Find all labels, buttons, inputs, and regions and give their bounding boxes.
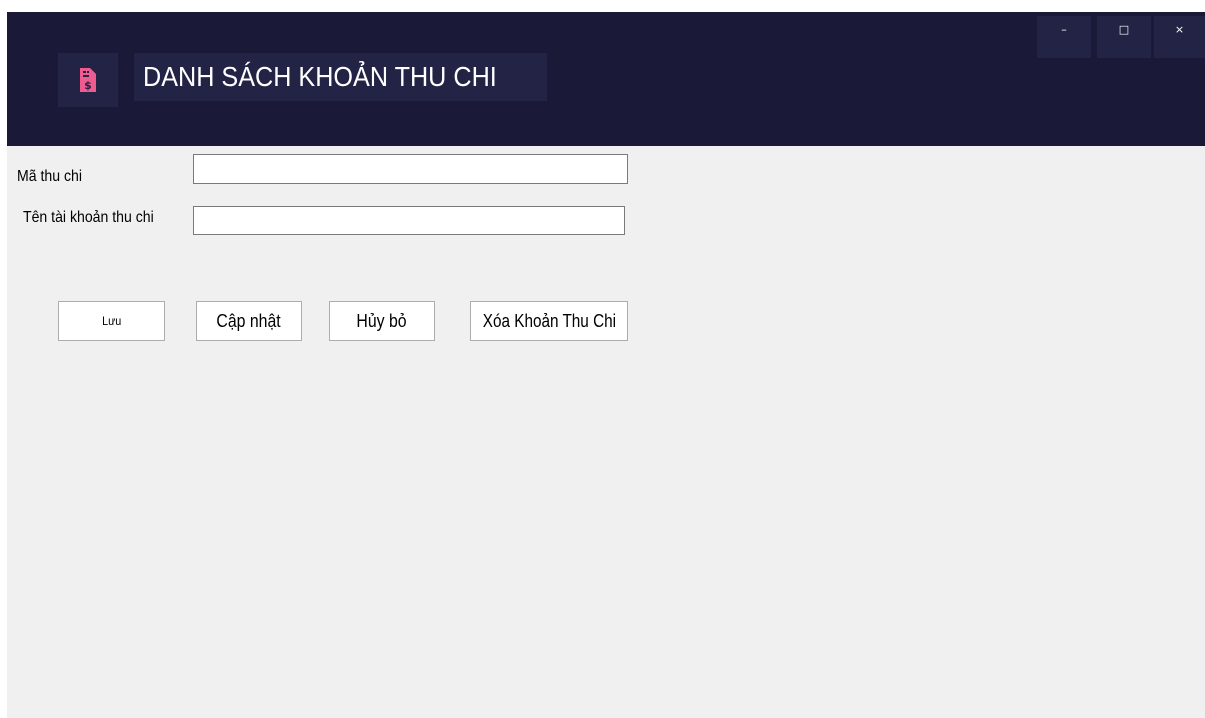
ma-thu-chi-label: Mã thu chi (17, 168, 82, 185)
ma-thu-chi-input[interactable] (193, 154, 628, 184)
minimize-button[interactable]: – (1037, 16, 1091, 58)
page-title: DANH SÁCH KHOẢN THU CHI (134, 53, 547, 101)
delete-button-label: Xóa Khoản Thu Chi (482, 310, 617, 331)
app-window: $ DANH SÁCH KHOẢN THU CHI – □ × Mã thu c… (7, 12, 1205, 718)
logo: $ (58, 53, 118, 107)
maximize-button[interactable]: □ (1097, 16, 1151, 58)
close-icon: × (1174, 23, 1185, 36)
ten-tai-khoan-label: Tên tài khoản thu chi (23, 209, 154, 226)
cancel-button[interactable]: Hủy bỏ (329, 301, 435, 341)
page-title-text: DANH SÁCH KHOẢN THU CHI (143, 61, 497, 92)
ten-tai-khoan-input[interactable] (193, 206, 625, 235)
receipt-dollar-icon: $ (80, 68, 96, 92)
header-bar: $ DANH SÁCH KHOẢN THU CHI – □ × (7, 12, 1205, 146)
update-button-label: Cập nhật (216, 310, 282, 331)
minimize-icon: – (1061, 23, 1067, 36)
update-button[interactable]: Cập nhật (196, 301, 302, 341)
close-button[interactable]: × (1154, 16, 1205, 58)
svg-text:$: $ (84, 79, 92, 92)
cancel-button-label: Hủy bỏ (356, 310, 408, 331)
maximize-icon: □ (1118, 23, 1130, 36)
save-button[interactable]: Lưu (58, 301, 165, 341)
delete-button[interactable]: Xóa Khoản Thu Chi (470, 301, 628, 341)
save-button-label: Lưu (101, 314, 122, 328)
